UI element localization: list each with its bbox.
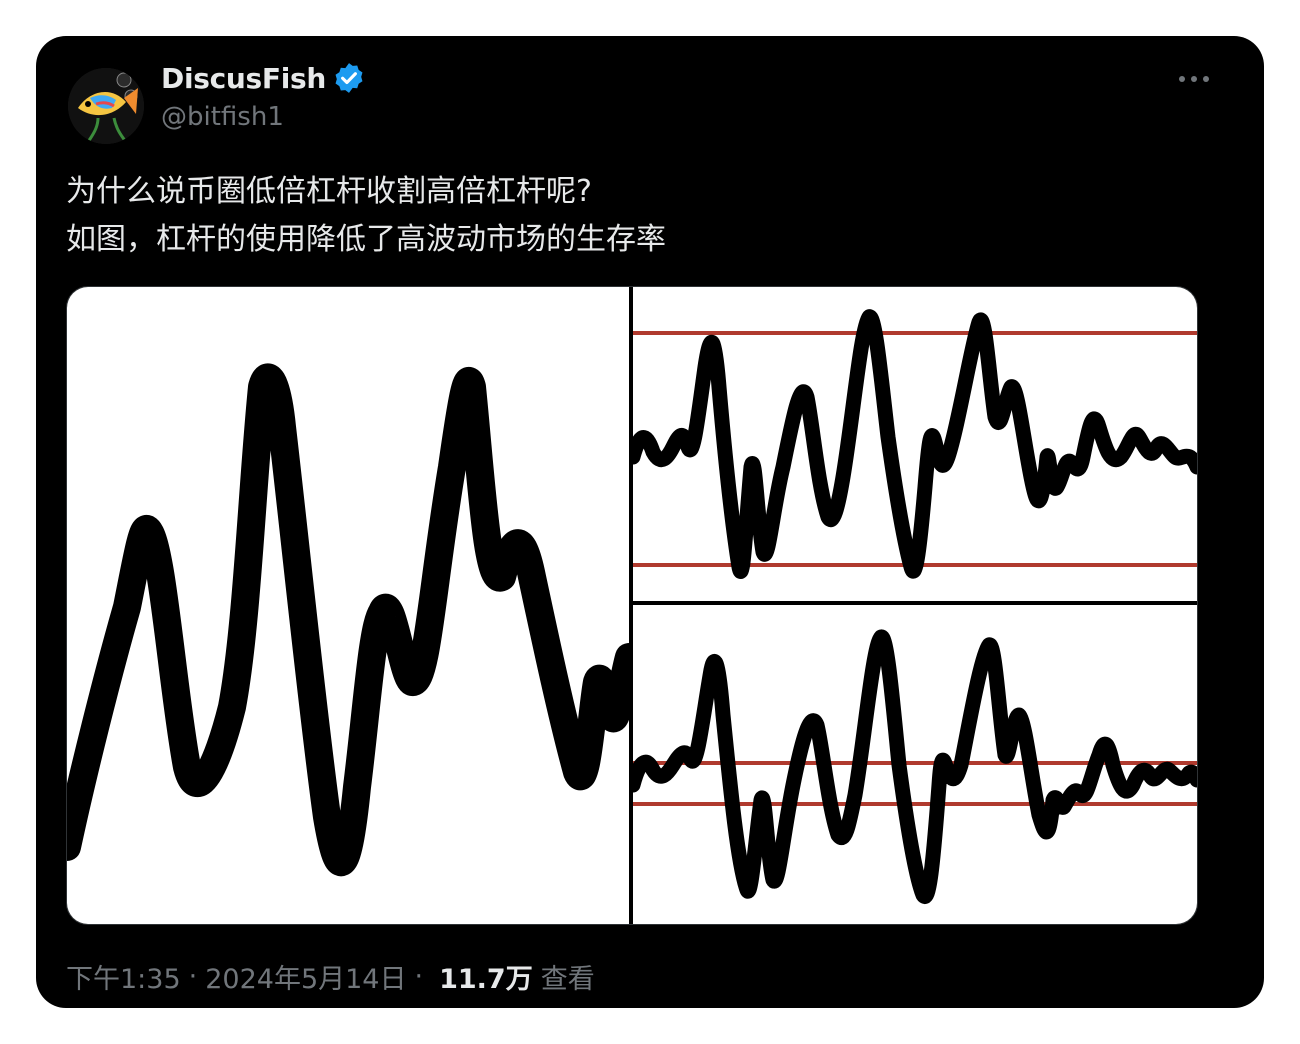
tweet-card: DiscusFish @bitfish1 为什么说币圈低倍杠杆收割高倍杠杆呢? …: [36, 36, 1264, 1008]
image-panel-right-top: [633, 287, 1197, 601]
views-count[interactable]: 11.7万: [439, 957, 533, 996]
price-wave-right-top: [633, 309, 1197, 579]
price-wave-right-bottom: [633, 629, 1197, 904]
more-horizontal-icon[interactable]: [1174, 64, 1214, 94]
author-name-row[interactable]: DiscusFish: [161, 58, 366, 98]
display-name[interactable]: DiscusFish: [161, 62, 326, 95]
meta-separator-2: ·: [414, 960, 424, 992]
tweet-image[interactable]: [66, 286, 1198, 925]
tweet-text: 为什么说币圈低倍杠杆收割高倍杠杆呢? 如图，杠杆的使用降低了高波动市场的生存率: [66, 168, 1226, 264]
verified-badge-icon: [332, 61, 366, 95]
user-handle[interactable]: @bitfish1: [161, 102, 284, 132]
image-panel-right-bottom: [633, 605, 1197, 924]
tweet-text-line-2: 如图，杠杆的使用降低了高波动市场的生存率: [66, 222, 666, 257]
tweet-time[interactable]: 下午1:35: [66, 957, 181, 996]
tweet-text-line-1: 为什么说币圈低倍杠杆收割高倍杠杆呢?: [66, 174, 592, 209]
tweet-meta: 下午1:35 · 2024年5月14日 · 11.7万 查看: [66, 956, 595, 996]
tweet-date[interactable]: 2024年5月14日: [205, 957, 406, 996]
meta-separator-1: ·: [188, 960, 198, 992]
image-panel-left: [67, 287, 629, 924]
views-label: 查看: [540, 963, 595, 995]
price-wave-left: [67, 363, 629, 876]
avatar[interactable]: [68, 68, 144, 144]
